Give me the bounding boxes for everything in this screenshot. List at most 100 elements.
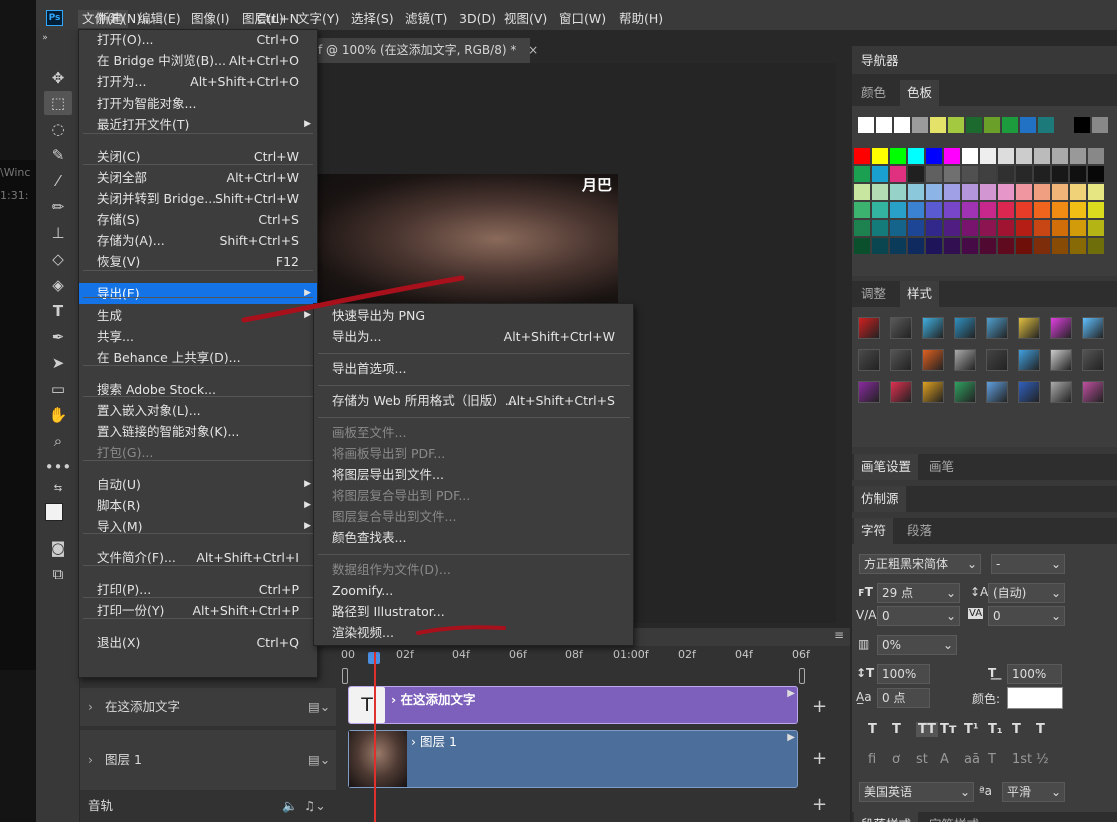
- color-swatch[interactable]: [908, 238, 924, 254]
- color-swatch[interactable]: [1034, 184, 1050, 200]
- vertical-scale-field[interactable]: 100%: [877, 664, 930, 684]
- foreground-color-swatch[interactable]: [45, 503, 63, 521]
- color-swatch[interactable]: [890, 166, 906, 182]
- color-swatch[interactable]: [1056, 117, 1072, 133]
- track-layer-1[interactable]: › 图层 1 ▤⌄: [80, 730, 336, 790]
- color-swatch[interactable]: [854, 220, 870, 236]
- file-menu-item[interactable]: 置入嵌入对象(L)...: [79, 400, 317, 421]
- color-swatch[interactable]: [998, 184, 1014, 200]
- color-swatch[interactable]: [876, 117, 892, 133]
- file-menu-item[interactable]: 脚本(R) ▶: [79, 495, 317, 516]
- color-swatch[interactable]: [872, 220, 888, 236]
- color-swatch[interactable]: [944, 238, 960, 254]
- color-swatch[interactable]: [998, 238, 1014, 254]
- color-swatch[interactable]: [980, 238, 996, 254]
- file-menu-item[interactable]: 打开为... Alt+Shift+Ctrl+O: [79, 71, 317, 92]
- music-note-icon[interactable]: ♫⌄: [304, 794, 326, 818]
- path-select-tool-icon[interactable]: ➤: [44, 351, 72, 375]
- type-style-button[interactable]: T: [1012, 722, 1021, 737]
- tab-adjustments[interactable]: 调整: [854, 281, 893, 307]
- styles-grid[interactable]: [852, 307, 1117, 447]
- color-swatch[interactable]: [980, 220, 996, 236]
- color-swatch[interactable]: [1070, 238, 1086, 254]
- film-icon[interactable]: ▤⌄: [308, 688, 330, 726]
- antialias-select[interactable]: 平滑 ⌄: [1002, 782, 1065, 802]
- color-swatch[interactable]: [1034, 202, 1050, 218]
- style-preset[interactable]: [858, 349, 880, 371]
- style-preset[interactable]: [986, 317, 1008, 339]
- color-swatch[interactable]: [1016, 166, 1032, 182]
- opentype-button[interactable]: T: [988, 752, 996, 767]
- color-swatch[interactable]: [1034, 148, 1050, 164]
- color-swatch[interactable]: [912, 117, 928, 133]
- color-swatch[interactable]: [1088, 148, 1104, 164]
- tab-character[interactable]: 字符: [854, 518, 894, 544]
- color-swatch[interactable]: [962, 148, 978, 164]
- quick-select-tool-icon[interactable]: ✎: [44, 143, 72, 167]
- color-swatch[interactable]: [926, 184, 942, 200]
- text-layer-clip[interactable]: T › 在这添加文字 ▶: [348, 686, 798, 724]
- style-preset[interactable]: [954, 317, 976, 339]
- timeline-ruler[interactable]: 00 02f 04f 06f 08f 01:00f 02f 04f 06f: [338, 648, 810, 668]
- color-swatch[interactable]: [908, 166, 924, 182]
- work-area-start-handle[interactable]: [342, 668, 348, 684]
- color-swatch[interactable]: [926, 220, 942, 236]
- tab-brush[interactable]: 画笔: [922, 454, 961, 480]
- color-swatch[interactable]: [980, 202, 996, 218]
- file-menu-item[interactable]: 最近打开文件(T) ▶: [79, 114, 317, 135]
- color-swatch[interactable]: [998, 220, 1014, 236]
- color-swatch[interactable]: [966, 117, 982, 133]
- file-menu-item[interactable]: 关闭并转到 Bridge... Shift+Ctrl+W: [79, 188, 317, 209]
- tab-character-styles[interactable]: 字符样式: [922, 812, 986, 822]
- style-preset[interactable]: [1018, 349, 1040, 371]
- tab-clone-source[interactable]: 仿制源: [854, 486, 906, 512]
- color-swatch[interactable]: [872, 184, 888, 200]
- style-preset[interactable]: [922, 381, 944, 403]
- color-swatch[interactable]: [1070, 184, 1086, 200]
- style-preset[interactable]: [986, 381, 1008, 403]
- speaker-icon[interactable]: 🔈: [282, 794, 298, 818]
- opentype-button[interactable]: ½: [1036, 752, 1049, 767]
- type-style-button[interactable]: T: [868, 722, 877, 737]
- color-swatch[interactable]: [908, 202, 924, 218]
- color-swatch[interactable]: [962, 220, 978, 236]
- opentype-button[interactable]: st: [916, 752, 928, 767]
- more-tools-icon[interactable]: •••: [44, 455, 72, 479]
- tab-color[interactable]: 颜色: [854, 80, 893, 106]
- color-swatch[interactable]: [1002, 117, 1018, 133]
- collapse-toolbar-icon[interactable]: »: [38, 32, 52, 44]
- color-swatch[interactable]: [1052, 184, 1068, 200]
- tab-paragraph[interactable]: 段落: [900, 518, 939, 544]
- rectangle-tool-icon[interactable]: ▭: [44, 377, 72, 401]
- style-preset[interactable]: [922, 317, 944, 339]
- kerning-field[interactable]: 0 ⌄: [877, 606, 960, 626]
- style-preset[interactable]: [954, 381, 976, 403]
- style-preset[interactable]: [858, 381, 880, 403]
- color-swatch[interactable]: [962, 238, 978, 254]
- tracking-field[interactable]: 0 ⌄: [988, 606, 1065, 626]
- color-swatch[interactable]: [926, 148, 942, 164]
- color-swatch[interactable]: [1092, 117, 1108, 133]
- color-swatch[interactable]: [872, 238, 888, 254]
- color-swatch[interactable]: [908, 148, 924, 164]
- color-swatch[interactable]: [858, 117, 874, 133]
- file-menu-item[interactable]: 导出(E) ▶: [79, 283, 317, 304]
- export-menu-item[interactable]: 渲染视频...: [314, 622, 633, 643]
- color-swatch[interactable]: [962, 202, 978, 218]
- style-preset[interactable]: [1018, 317, 1040, 339]
- tab-navigator[interactable]: 导航器: [854, 48, 906, 74]
- color-swatch[interactable]: [944, 184, 960, 200]
- color-swatch[interactable]: [890, 148, 906, 164]
- file-menu-item[interactable]: 生成 ▶: [79, 305, 317, 326]
- add-media-button[interactable]: +: [812, 696, 827, 717]
- color-swatch[interactable]: [854, 166, 870, 182]
- color-swatch[interactable]: [890, 238, 906, 254]
- document-tab[interactable]: f @ 100% (在这添加文字, RGB/8) * ×: [316, 38, 538, 63]
- style-preset[interactable]: [922, 349, 944, 371]
- style-preset[interactable]: [1050, 349, 1072, 371]
- color-swatch[interactable]: [872, 202, 888, 218]
- color-swatch[interactable]: [984, 117, 1000, 133]
- color-swatch[interactable]: [962, 184, 978, 200]
- export-menu-item[interactable]: 路径到 Illustrator...: [314, 601, 633, 622]
- menu-window[interactable]: 窗口(W): [559, 10, 606, 28]
